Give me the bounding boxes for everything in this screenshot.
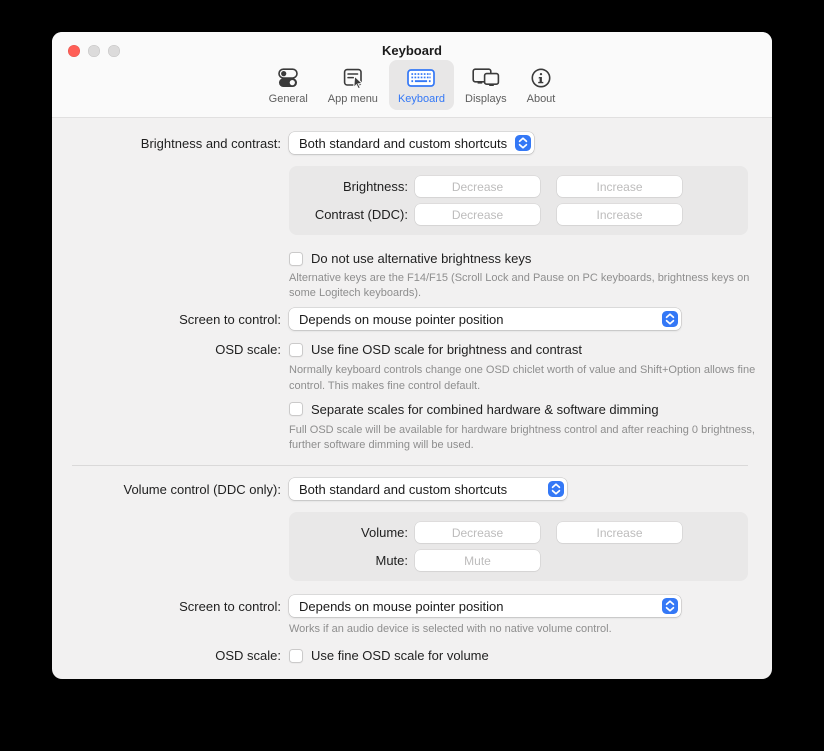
tab-keyboard[interactable]: Keyboard <box>389 60 454 110</box>
tab-keyboard-label: Keyboard <box>398 93 445 105</box>
toolbar: General App menu <box>52 60 772 110</box>
info-icon <box>528 64 554 91</box>
window-title: Keyboard <box>52 43 772 58</box>
displays-icon <box>471 64 501 91</box>
tab-displays[interactable]: Displays <box>456 60 516 110</box>
tab-about[interactable]: About <box>518 60 565 110</box>
brightness-decrease-button[interactable]: Decrease <box>415 176 540 197</box>
contrast-increase-button[interactable]: Increase <box>557 204 682 225</box>
volume-increase-button[interactable]: Increase <box>557 522 682 543</box>
osd-scale-label: OSD scale: <box>52 342 281 357</box>
alt-brightness-keys-checkbox[interactable] <box>289 252 303 266</box>
toggles-icon <box>275 64 301 91</box>
fine-osd-brightness-label: Use fine OSD scale for brightness and co… <box>311 342 582 357</box>
chevron-updown-icon <box>662 598 678 614</box>
tab-app-menu[interactable]: App menu <box>319 60 387 110</box>
app-menu-icon <box>340 64 366 91</box>
separate-scales-label: Separate scales for combined hardware & … <box>311 402 659 417</box>
osd-scale-label: OSD scale: <box>52 648 281 663</box>
chevron-updown-icon <box>515 135 531 151</box>
volume-screen-value: Depends on mouse pointer position <box>299 599 504 614</box>
brightness-shortcuts-select[interactable]: Both standard and custom shortcuts <box>289 132 534 154</box>
alt-brightness-keys-label: Do not use alternative brightness keys <box>311 251 531 266</box>
brightness-shortcuts-value: Both standard and custom shortcuts <box>299 136 507 151</box>
contrast-decrease-button[interactable]: Decrease <box>415 204 540 225</box>
tab-app-menu-label: App menu <box>328 93 378 105</box>
volume-shortcut-buttons-group: Volume: Decrease Increase Mute: Mute <box>289 512 748 581</box>
tab-general[interactable]: General <box>260 60 317 110</box>
brightness-screen-value: Depends on mouse pointer position <box>299 312 504 327</box>
volume-screen-help: Works if an audio device is selected wit… <box>289 622 612 637</box>
screen-to-control-label: Screen to control: <box>52 599 281 614</box>
keyboard-icon <box>406 64 436 91</box>
brightness-shortcut-buttons-group: Brightness: Decrease Increase Contrast (… <box>289 166 748 235</box>
settings-window: Keyboard General <box>52 32 772 679</box>
contrast-row-label: Contrast (DDC): <box>289 207 408 222</box>
fine-osd-brightness-checkbox[interactable] <box>289 343 303 357</box>
volume-decrease-button[interactable]: Decrease <box>415 522 540 543</box>
tab-general-label: General <box>269 93 308 105</box>
tab-displays-label: Displays <box>465 93 507 105</box>
volume-shortcuts-value: Both standard and custom shortcuts <box>299 482 507 497</box>
volume-row-label: Volume: <box>289 525 408 540</box>
fine-osd-brightness-help: Normally keyboard controls change one OS… <box>289 363 757 393</box>
screen-to-control-label: Screen to control: <box>52 312 281 327</box>
brightness-screen-select[interactable]: Depends on mouse pointer position <box>289 308 681 330</box>
separate-scales-checkbox[interactable] <box>289 402 303 416</box>
mute-button[interactable]: Mute <box>415 550 540 571</box>
alt-brightness-keys-help: Alternative keys are the F14/F15 (Scroll… <box>289 271 757 301</box>
fine-osd-volume-label: Use fine OSD scale for volume <box>311 648 489 663</box>
volume-shortcuts-select[interactable]: Both standard and custom shortcuts <box>289 478 567 500</box>
brightness-increase-button[interactable]: Increase <box>557 176 682 197</box>
chevron-updown-icon <box>662 311 678 327</box>
brightness-row-label: Brightness: <box>289 179 408 194</box>
separate-scales-help: Full OSD scale will be available for har… <box>289 423 757 453</box>
section-divider <box>72 465 748 466</box>
brightness-contrast-label: Brightness and contrast: <box>52 136 281 151</box>
mute-row-label: Mute: <box>289 553 408 568</box>
chevron-updown-icon <box>548 481 564 497</box>
volume-control-label: Volume control (DDC only): <box>52 482 281 497</box>
keyboard-settings-pane: Brightness and contrast: Both standard a… <box>52 118 772 663</box>
titlebar: Keyboard General <box>52 32 772 118</box>
fine-osd-volume-checkbox[interactable] <box>289 649 303 663</box>
tab-about-label: About <box>527 93 556 105</box>
volume-screen-select[interactable]: Depends on mouse pointer position <box>289 595 681 617</box>
